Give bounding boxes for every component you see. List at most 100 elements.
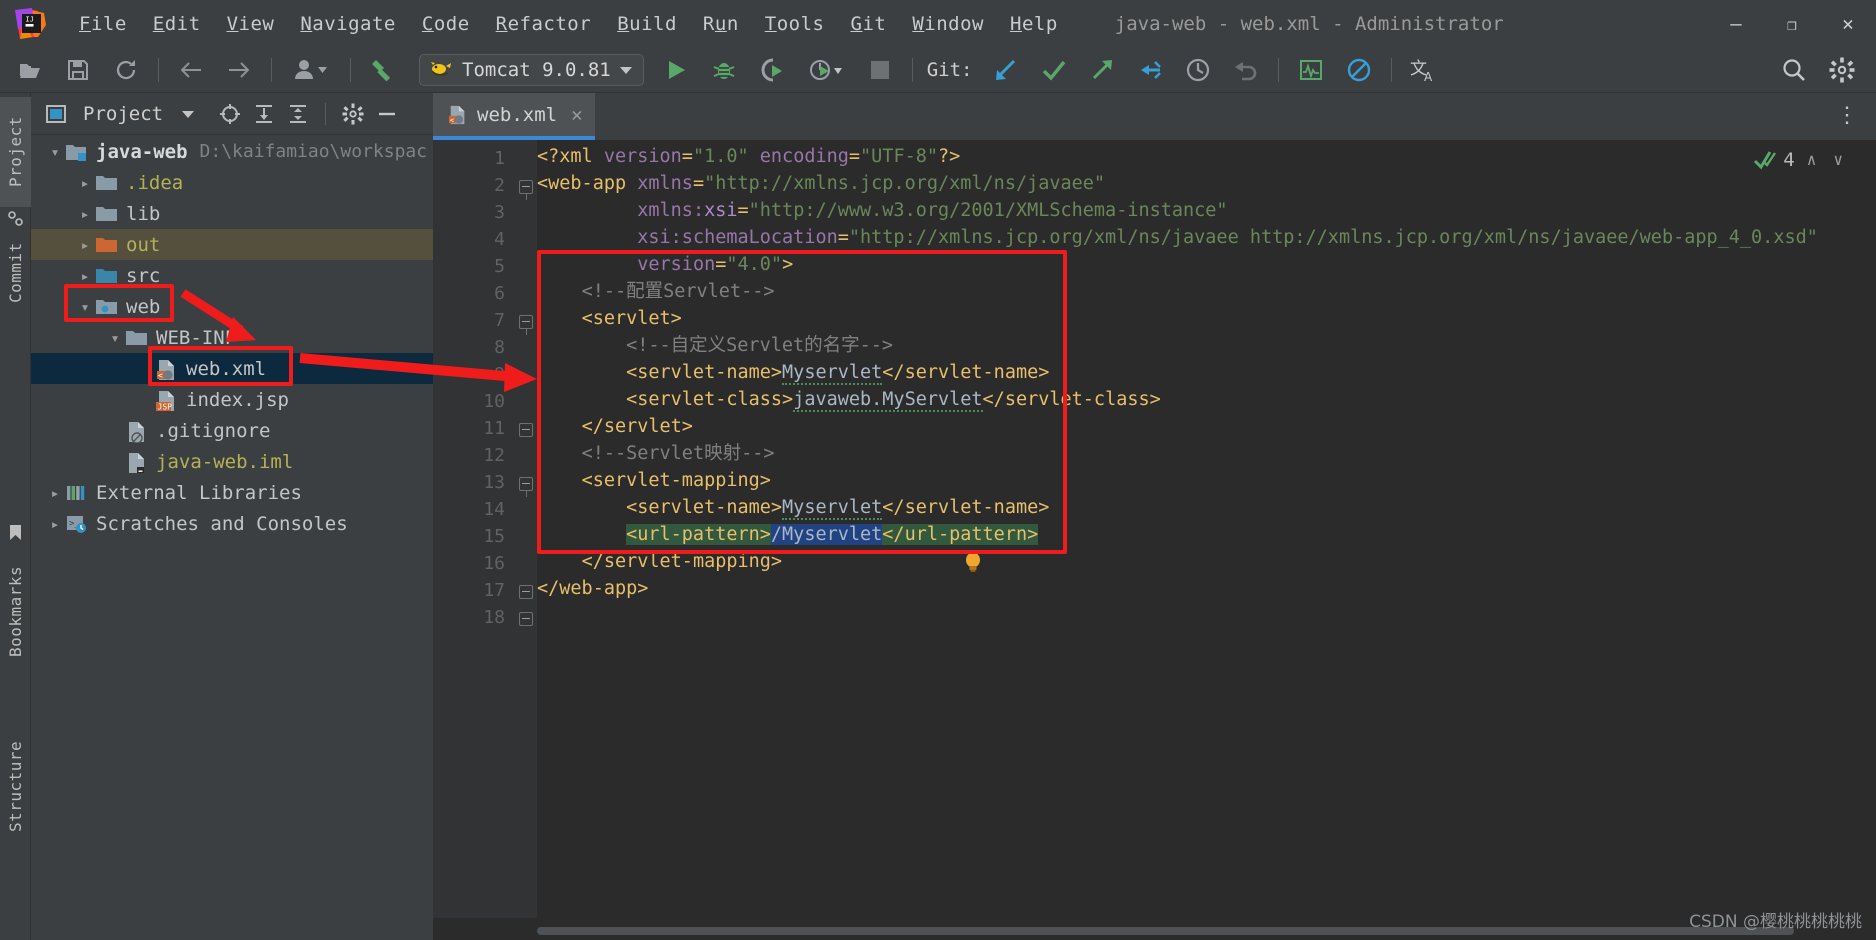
- debug-icon[interactable]: [704, 50, 744, 90]
- fold-marker-line-7[interactable]: [519, 315, 533, 335]
- inspection-widget[interactable]: 4 ∧ ∨: [1754, 148, 1848, 171]
- run-icon[interactable]: [656, 50, 696, 90]
- minimize-button[interactable]: —: [1708, 0, 1764, 48]
- git-commit-icon[interactable]: [1034, 50, 1074, 90]
- tree-row-web[interactable]: ▾ web: [31, 291, 433, 322]
- menu-run-mnemonic: u: [714, 13, 727, 35]
- toolbar-separator-5: [1278, 58, 1280, 82]
- collapse-all-icon[interactable]: [283, 99, 313, 129]
- profiler-icon[interactable]: [800, 50, 852, 90]
- line-number: 14: [483, 499, 505, 520]
- select-opened-file-icon[interactable]: [215, 99, 245, 129]
- tool-window-commit[interactable]: Commit: [0, 223, 31, 323]
- close-button[interactable]: ✕: [1820, 0, 1876, 48]
- open-folder-icon[interactable]: [10, 50, 50, 90]
- tree-row-idea[interactable]: ▸ .idea: [31, 167, 433, 198]
- tree-row-lib[interactable]: ▸ lib: [31, 198, 433, 229]
- fold-marker-line-13[interactable]: [519, 477, 533, 497]
- sync-icon[interactable]: [106, 50, 146, 90]
- stop-icon[interactable]: [860, 50, 900, 90]
- chevron-right-icon[interactable]: ▸: [45, 515, 65, 533]
- folder-icon: [95, 204, 119, 224]
- no-entry-icon[interactable]: [1339, 50, 1379, 90]
- chevron-right-icon[interactable]: ▸: [75, 205, 95, 223]
- scrollbar-thumb[interactable]: [537, 927, 1794, 935]
- run-configuration-selector[interactable]: Tomcat 9.0.81: [419, 54, 644, 86]
- git-history-icon[interactable]: [1178, 50, 1218, 90]
- tool-window-project[interactable]: Project: [0, 97, 31, 207]
- menu-window[interactable]: Window: [899, 9, 997, 39]
- editor-gutter[interactable]: 1 2 3 4 5 6 7 8 9 10 11 12 13 14 15 16 1…: [433, 140, 515, 918]
- menu-tools[interactable]: Tools: [752, 9, 838, 39]
- chevron-right-icon[interactable]: ▸: [75, 236, 95, 254]
- code-editor[interactable]: 1 2 3 4 5 6 7 8 9 10 11 12 13 14 15 16 1…: [433, 140, 1876, 940]
- project-tree[interactable]: ▾ java-web D:\kaifamiao\workspac ▸ .idea…: [31, 136, 433, 940]
- editor-tab-web-xml[interactable]: < web.xml ✕: [433, 93, 595, 140]
- menu-run[interactable]: Run: [690, 9, 752, 39]
- menu-file-mnemonic: F: [79, 13, 91, 35]
- menu-git[interactable]: Git: [837, 9, 899, 39]
- tree-row-java-web[interactable]: ▾ java-web D:\kaifamiao\workspac: [31, 136, 433, 167]
- settings-gear-icon[interactable]: [1822, 50, 1862, 90]
- chevron-down-icon[interactable]: ▾: [45, 143, 65, 161]
- git-pull-request-icon[interactable]: [1130, 50, 1170, 90]
- fold-marker-line-11[interactable]: [519, 423, 533, 437]
- main-toolbar: Tomcat 9.0.81 Git: 文 A: [0, 48, 1876, 93]
- run-coverage-icon[interactable]: [752, 50, 792, 90]
- fold-marker-line-16[interactable]: [519, 585, 533, 599]
- menu-help[interactable]: Help: [997, 9, 1071, 39]
- close-icon[interactable]: ✕: [571, 104, 582, 126]
- fold-marker-line-17[interactable]: [519, 612, 533, 626]
- tool-window-bookmarks[interactable]: Bookmarks: [0, 541, 31, 681]
- fold-marker-line-2[interactable]: [519, 180, 533, 200]
- editor-fold-gutter[interactable]: [515, 140, 537, 918]
- translate-icon[interactable]: 文A: [1404, 50, 1444, 90]
- git-update-icon[interactable]: [986, 50, 1026, 90]
- code-lines[interactable]: <?xml version="1.0" encoding="UTF-8"?> <…: [537, 140, 1876, 918]
- tree-row-src[interactable]: ▸ src: [31, 260, 433, 291]
- tree-row-java-web-iml[interactable]: java-web.iml: [31, 446, 433, 477]
- tree-row-out[interactable]: ▸ out: [31, 229, 433, 260]
- chevron-right-icon[interactable]: ▸: [75, 267, 95, 285]
- tree-row-web-xml[interactable]: < web.xml: [31, 353, 433, 384]
- editor-scrollbar-vertical[interactable]: [1862, 140, 1876, 918]
- search-icon[interactable]: [1774, 50, 1814, 90]
- hide-icon[interactable]: [372, 99, 402, 129]
- next-highlight-icon[interactable]: ∨: [1828, 148, 1848, 171]
- previous-highlight-icon[interactable]: ∧: [1802, 148, 1822, 171]
- maximize-button[interactable]: ❐: [1764, 0, 1820, 48]
- tree-row-scratches-and-consoles[interactable]: ▸ >_ Scratches and Consoles: [31, 508, 433, 539]
- menu-edit[interactable]: Edit: [140, 9, 214, 39]
- profile-icon[interactable]: [284, 50, 338, 90]
- tool-window-structure[interactable]: Structure: [0, 721, 31, 851]
- editor-scrollbar-horizontal[interactable]: [537, 924, 1860, 937]
- back-arrow-icon[interactable]: [171, 50, 211, 90]
- chevron-down-icon[interactable]: ▾: [75, 298, 95, 316]
- expand-all-icon[interactable]: [249, 99, 279, 129]
- tree-row-external-libraries[interactable]: ▸ External Libraries: [31, 477, 433, 508]
- menu-build[interactable]: Build: [604, 9, 690, 39]
- menu-code[interactable]: Code: [409, 9, 483, 39]
- git-rollback-icon[interactable]: [1226, 50, 1266, 90]
- tool-window-bookmarks-label: Bookmarks: [6, 565, 25, 657]
- settings-gear-icon[interactable]: [338, 99, 368, 129]
- chevron-down-icon[interactable]: ▾: [105, 329, 125, 347]
- forward-arrow-icon[interactable]: [219, 50, 259, 90]
- more-options-icon[interactable]: ⋮: [1830, 103, 1864, 128]
- menu-file[interactable]: File: [66, 9, 140, 39]
- menu-refactor[interactable]: Refactor: [483, 9, 605, 39]
- git-push-icon[interactable]: [1082, 50, 1122, 90]
- line-number: 13: [483, 472, 505, 493]
- tree-row-gitignore[interactable]: .gitignore: [31, 415, 433, 446]
- monitor-icon[interactable]: [1291, 50, 1331, 90]
- build-hammer-icon[interactable]: [363, 50, 403, 90]
- chevron-right-icon[interactable]: ▸: [75, 174, 95, 192]
- menu-navigate[interactable]: Navigate: [287, 9, 409, 39]
- svg-text:<: <: [158, 371, 163, 380]
- save-icon[interactable]: [58, 50, 98, 90]
- tree-row-index-jsp[interactable]: JSP index.jsp: [31, 384, 433, 415]
- menu-view[interactable]: View: [214, 9, 288, 39]
- chevron-right-icon[interactable]: ▸: [45, 484, 65, 502]
- chevron-down-icon[interactable]: [173, 99, 203, 129]
- tree-row-web-inf[interactable]: ▾ WEB-INF: [31, 322, 433, 353]
